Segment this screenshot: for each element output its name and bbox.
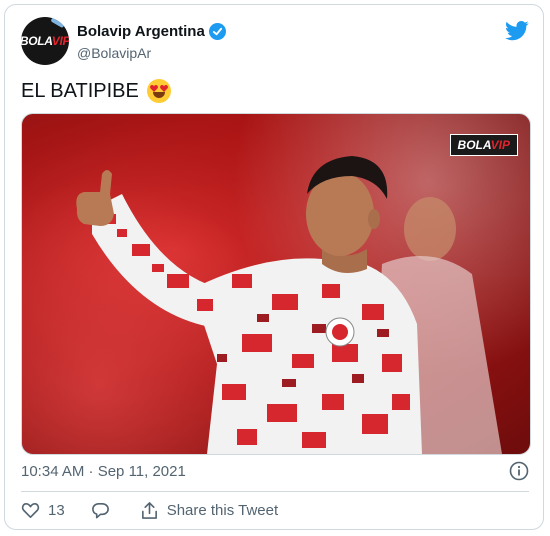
heart-eye-left-icon — [149, 85, 158, 92]
like-count: 13 — [48, 502, 65, 519]
share-tweet-label: Share this Tweet — [166, 502, 279, 519]
reply-icon — [91, 503, 109, 519]
author-handle[interactable]: @BolavipAr — [77, 45, 151, 61]
avatar-logo-main: BOLA — [21, 34, 52, 48]
heart-icon — [21, 503, 40, 518]
info-icon[interactable] — [509, 461, 529, 481]
avatar-logo-accent: VIP — [51, 34, 69, 48]
actions-divider — [21, 491, 529, 492]
like-button[interactable]: 13 — [21, 501, 65, 520]
avatar-logo: BOLAVIP — [21, 34, 69, 48]
media-watermark-logo: BOLAVIP — [449, 134, 518, 156]
tweet-card: BOLAVIP Bolavip Argentina @BolavipAr EL … — [4, 4, 544, 530]
avatar[interactable]: BOLAVIP — [21, 17, 69, 65]
tweet-text: EL BATIPIBE — [21, 79, 171, 103]
twitter-bird-icon[interactable] — [505, 21, 529, 41]
verified-badge-icon — [208, 23, 226, 40]
player-figure — [76, 156, 502, 454]
tweet-timestamp[interactable]: 10:34 AM · Sep 11, 2021 — [21, 463, 186, 480]
heart-eyes-emoji — [146, 79, 171, 103]
author-display-name[interactable]: Bolavip Argentina — [77, 23, 205, 40]
reply-button[interactable] — [91, 501, 110, 520]
share-icon — [141, 502, 157, 519]
avatar-stripe — [50, 17, 66, 29]
author-name-row: Bolavip Argentina — [77, 23, 226, 40]
emoji-mouth — [152, 92, 165, 98]
media-watermark-accent: VIP — [490, 138, 510, 152]
heart-eye-right-icon — [159, 85, 168, 92]
media-watermark-main: BOLA — [457, 138, 491, 152]
tweet-actions-bar: 13 Share this Tweet — [21, 501, 278, 520]
tweet-text-content: EL BATIPIBE — [21, 79, 139, 102]
share-tweet-button[interactable]: Share this Tweet — [140, 501, 278, 520]
tweet-media-photo[interactable]: BOLAVIP — [21, 113, 531, 455]
